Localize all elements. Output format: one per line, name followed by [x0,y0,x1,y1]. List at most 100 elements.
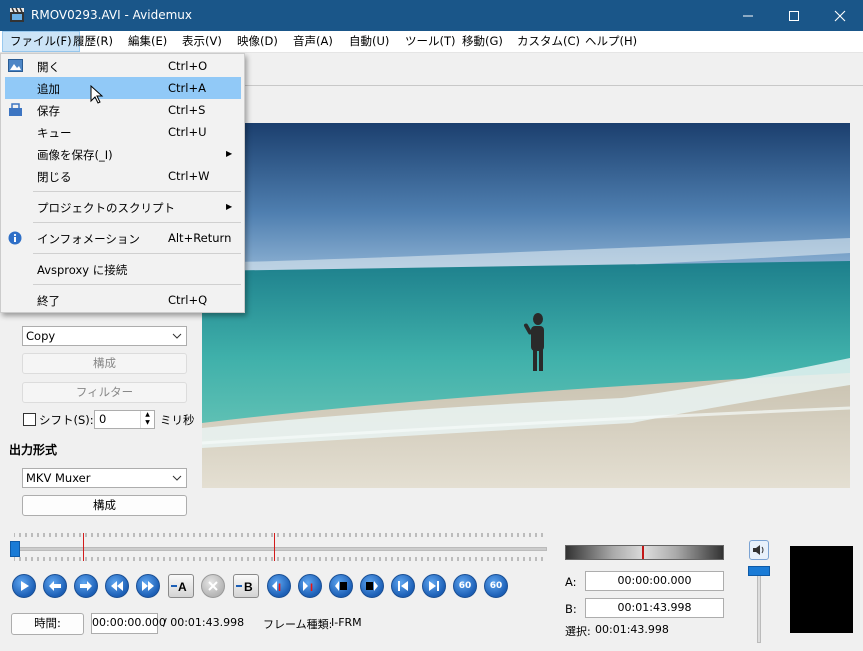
minimize-button[interactable] [725,0,771,31]
next-black-icon [366,581,378,591]
shift-checkbox[interactable] [23,413,36,426]
menu-help[interactable]: ヘルプ(H) [578,31,644,52]
menu-item-shortcut: Ctrl+Q [168,293,208,307]
reset-markers-button[interactable] [201,574,225,598]
file-menu-open[interactable]: 開く Ctrl+O [1,55,244,77]
goto-first-button[interactable] [391,574,415,598]
video-preview [202,123,850,488]
muxer-value: MKV Muxer [26,471,91,485]
fast-forward-button[interactable] [136,574,160,598]
menu-tools[interactable]: ツール(T) [398,31,463,52]
previous-frame-button[interactable] [43,574,67,598]
menu-go[interactable]: 移動(G) [455,31,510,52]
fast-forward-icon [142,581,154,591]
maximize-icon [789,10,799,21]
next-black-frame-button[interactable] [360,574,384,598]
marker-b-icon: B [236,580,253,593]
shift-input[interactable]: 0 ▲ ▼ [94,410,155,429]
menu-edit[interactable]: 編集(E) [121,31,174,52]
file-menu-project-script[interactable]: プロジェクトのスクリプト ▶ [1,196,244,218]
previous-intra-button[interactable]: I [267,574,291,598]
audio-meter [565,545,724,560]
file-menu-avsproxy[interactable]: Avsproxy に接続 [1,258,244,280]
next-frame-button[interactable] [74,574,98,598]
next-intra-button[interactable]: I [298,574,322,598]
output-format-title: 出力形式 [9,443,58,457]
frame-type-value: I-FRM [331,616,362,629]
forward-60-button[interactable]: 60 [484,574,508,598]
video-codec-value: Copy [26,329,56,343]
menu-history[interactable]: 履歴(R) [66,31,120,52]
maximize-button[interactable] [771,0,817,31]
marker-a-time[interactable]: 00:00:00.000 [585,571,724,591]
menu-view[interactable]: 表示(V) [175,31,229,52]
frame-type-label: フレーム種類: [263,618,333,631]
minimize-icon [743,15,753,16]
rewind-icon [111,581,123,591]
menu-separator [33,191,241,192]
marker-b [273,533,275,561]
shift-label: シフト(S): [39,413,94,427]
marker-a [82,533,84,561]
submenu-arrow-icon: ▶ [226,202,233,211]
menu-video[interactable]: 映像(D) [230,31,285,52]
menu-item-label: 終了 [37,294,60,308]
menu-separator [33,253,241,254]
file-menu-save[interactable]: 保存 Ctrl+S [1,99,244,121]
file-menu-queue[interactable]: キュー Ctrl+U [1,121,244,143]
skip-end-icon [429,581,439,591]
volume-button[interactable] [749,540,769,560]
menu-item-label: キュー [37,126,72,140]
menu-item-shortcut: Ctrl+S [168,103,206,117]
rewind-button[interactable] [105,574,129,598]
file-menu-information[interactable]: インフォメーション Alt+Return [1,227,244,249]
svg-text:I: I [278,582,281,592]
timeline-track[interactable] [10,547,547,551]
window-title: RMOV0293.AVI - Avidemux [31,8,192,22]
marker-b-time[interactable]: 00:01:43.998 [585,598,724,618]
current-time-input[interactable]: 00:00:00.000 [91,613,166,634]
previous-black-frame-button[interactable] [329,574,353,598]
shift-unit: ミリ秒 [160,413,195,427]
muxer-select[interactable]: MKV Muxer [22,468,187,488]
menu-item-label: 画像を保存(_I) [37,148,113,162]
video-codec-select[interactable]: Copy [22,326,187,346]
goto-last-button[interactable] [422,574,446,598]
shift-spin-buttons[interactable]: ▲ ▼ [140,411,154,428]
spin-up-icon[interactable]: ▲ [141,411,154,419]
submenu-arrow-icon: ▶ [226,149,233,158]
menu-item-label: 開く [37,60,60,74]
menu-audio[interactable]: 音声(A) [286,31,340,52]
set-marker-a-button[interactable]: A [168,574,194,598]
menu-item-shortcut: Ctrl+U [168,125,207,139]
file-menu-save-image[interactable]: 画像を保存(_I) ▶ [1,143,244,165]
marker-a-icon: A [171,580,187,593]
previous-keyframe-icon: I [272,581,281,592]
chevron-down-icon [172,333,182,339]
spin-down-icon[interactable]: ▼ [141,419,154,427]
menu-custom[interactable]: カスタム(C) [510,31,587,52]
volume-handle[interactable] [748,566,770,576]
menu-item-label: プロジェクトのスクリプト [37,201,175,215]
volume-track[interactable] [757,575,761,643]
file-menu-append[interactable]: 追加 Ctrl+A [5,77,241,99]
close-button[interactable] [817,0,863,31]
menu-auto[interactable]: 自動(U) [342,31,396,52]
play-button[interactable] [12,574,36,598]
set-marker-b-button[interactable]: B [233,574,259,598]
shift-value: 0 [99,412,107,426]
file-menu-close[interactable]: 閉じる Ctrl+W [1,165,244,187]
video-configure-button[interactable]: 構成 [22,353,187,374]
muxer-configure-button[interactable]: 構成 [22,495,187,516]
video-filter-button[interactable]: フィルター [22,382,187,403]
total-time: / 00:01:43.998 [163,616,245,629]
svg-text:I: I [310,582,313,592]
close-icon [834,10,846,21]
svg-text:B: B [244,580,253,593]
back-60-button[interactable]: 60 [453,574,477,598]
svg-text:A: A [178,580,187,593]
time-button[interactable]: 時間: [11,613,84,635]
file-menu-quit[interactable]: 終了 Ctrl+Q [1,289,244,311]
timeline-handle[interactable] [10,541,20,557]
menu-item-label: 閉じる [37,170,72,184]
